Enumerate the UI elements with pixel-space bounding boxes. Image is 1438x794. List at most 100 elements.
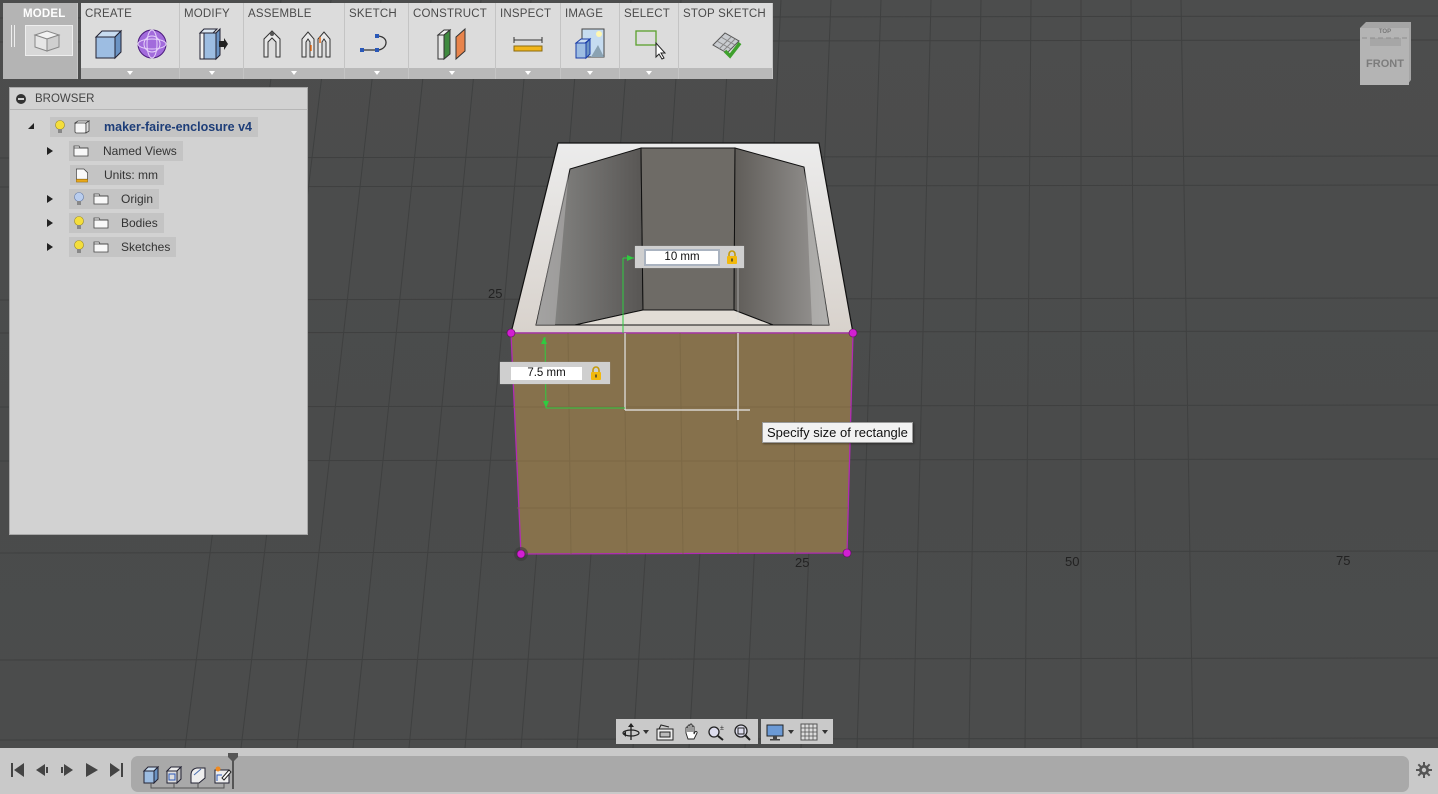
select-menu[interactable]: SELECT	[620, 3, 679, 79]
extrude-feature-icon[interactable]	[142, 766, 160, 784]
axis-label-h25: 25	[795, 555, 810, 570]
go-to-end-button[interactable]	[108, 762, 126, 778]
tree-item-label: Sketches	[121, 240, 171, 254]
step-forward-button[interactable]	[58, 762, 76, 778]
grid-dropdown-icon[interactable]	[822, 729, 828, 734]
joint-icon[interactable]	[255, 27, 289, 61]
cavity-back-wall	[640, 147, 736, 311]
view-cube[interactable]: TOP FRONT	[1358, 22, 1411, 85]
fit-icon[interactable]	[733, 723, 753, 741]
lock-icon[interactable]	[726, 250, 738, 264]
create-menu[interactable]: CREATE	[81, 3, 180, 79]
root-label: maker-faire-enclosure v4	[104, 120, 252, 134]
inspect-label: INSPECT	[500, 8, 552, 20]
sketch-menu[interactable]: SKETCH	[345, 3, 409, 79]
browser-title: BROWSER	[35, 92, 95, 105]
render-image-icon[interactable]	[573, 27, 607, 61]
lightbulb-on-icon[interactable]	[54, 120, 66, 134]
timeline-marker[interactable]	[228, 753, 238, 791]
sphere-icon[interactable]	[135, 27, 169, 61]
units-icon	[76, 168, 88, 182]
navigation-bar: ±	[616, 719, 833, 744]
sketch-point[interactable]	[842, 548, 852, 558]
pan-icon[interactable]	[681, 723, 701, 741]
sketch-point[interactable]	[848, 328, 858, 338]
axis-label-h75: 75	[1336, 553, 1351, 568]
tree-item-label: Units: mm	[104, 168, 158, 182]
tree-root[interactable]: maker-faire-enclosure v4	[50, 117, 258, 137]
spline-icon[interactable]	[359, 27, 394, 61]
browser-panel: BROWSER maker-faire-enclosure v4 Named V…	[9, 87, 308, 535]
timeline-settings-gear-icon[interactable]	[1416, 762, 1432, 778]
feature-group-bracket	[150, 783, 225, 789]
orbit-dropdown-icon[interactable]	[643, 729, 649, 734]
browser-header: BROWSER	[10, 88, 307, 110]
tree-item-sketches[interactable]: Sketches	[69, 237, 177, 257]
construct-menu[interactable]: CONSTRUCT	[409, 3, 496, 79]
timeline-track[interactable]	[131, 753, 1409, 792]
width-dimension-input[interactable]: 10 mm	[644, 248, 720, 266]
construct-label: CONSTRUCT	[413, 8, 487, 20]
viewcube-front-label[interactable]: FRONT	[1366, 58, 1404, 70]
go-to-start-button[interactable]	[9, 762, 27, 778]
component-icon	[74, 120, 90, 134]
lightbulb-off-icon[interactable]	[73, 192, 85, 206]
display-settings-icon[interactable]	[766, 723, 786, 741]
sketch-point[interactable]	[516, 549, 526, 559]
tree-item-units[interactable]: Units: mm	[70, 165, 164, 185]
stop-sketch-button[interactable]: STOP SKETCH	[679, 3, 773, 79]
expand-named-views[interactable]	[47, 147, 53, 155]
modify-menu[interactable]: MODIFY	[180, 3, 244, 79]
tree-item-label: Named Views	[103, 144, 177, 158]
timeline	[0, 748, 1438, 794]
sketch-point[interactable]	[506, 328, 516, 338]
step-back-button[interactable]	[33, 762, 51, 778]
look-at-icon[interactable]	[655, 723, 675, 741]
tree-item-named-views[interactable]: Named Views	[69, 141, 183, 161]
select-label: SELECT	[624, 8, 670, 20]
expand-origin[interactable]	[47, 195, 53, 203]
display-tools	[761, 719, 833, 744]
axis-label-h50: 50	[1065, 554, 1080, 569]
play-button[interactable]	[83, 762, 101, 778]
zoom-icon[interactable]: ±	[707, 723, 727, 741]
tree-item-label: Bodies	[121, 216, 158, 230]
viewcube-top-label[interactable]: TOP	[1379, 29, 1391, 35]
fillet-feature-icon[interactable]	[189, 766, 207, 784]
workspace-switcher[interactable]: MODEL	[3, 3, 78, 79]
lightbulb-on-icon[interactable]	[73, 240, 85, 254]
collapse-browser-icon[interactable]	[16, 93, 26, 104]
image-menu[interactable]: IMAGE	[561, 3, 620, 79]
expand-sketches[interactable]	[47, 243, 53, 251]
inspect-menu[interactable]: INSPECT	[496, 3, 561, 79]
assemble-label: ASSEMBLE	[248, 8, 312, 20]
folder-icon	[93, 193, 109, 205]
box-icon[interactable]	[91, 27, 125, 61]
orbit-icon[interactable]	[621, 722, 641, 741]
press-pull-icon[interactable]	[195, 27, 229, 61]
shell-feature-icon[interactable]	[165, 766, 183, 784]
window-select-icon[interactable]	[632, 27, 666, 61]
offset-plane-icon[interactable]	[435, 27, 469, 61]
display-dropdown-icon[interactable]	[788, 729, 794, 734]
expand-bodies[interactable]	[47, 219, 53, 227]
create-label: CREATE	[85, 8, 132, 20]
model-workspace-icon	[25, 25, 73, 56]
assemble-menu[interactable]: ASSEMBLE	[244, 3, 345, 79]
tree-item-bodies[interactable]: Bodies	[69, 213, 164, 233]
toolbar: MODEL CREATE MODIFY ASSEMBLE SKETCH CONS…	[3, 3, 773, 79]
stop-sketch-icon	[711, 32, 741, 59]
svg-text:±: ±	[720, 725, 724, 732]
tree-item-origin[interactable]: Origin	[69, 189, 160, 209]
collapse-root-toggle[interactable]	[28, 123, 34, 129]
height-dimension-input[interactable]: 7.5 mm	[509, 364, 584, 382]
lightbulb-on-icon[interactable]	[73, 216, 85, 230]
measure-icon[interactable]	[511, 27, 545, 61]
width-dimension-box: 10 mm	[635, 246, 744, 268]
height-dimension-box: 7.5 mm	[500, 362, 610, 384]
lock-icon[interactable]	[590, 366, 602, 380]
as-built-joint-icon[interactable]	[299, 27, 333, 61]
workspace-label: MODEL	[23, 8, 66, 20]
grid-settings-icon[interactable]	[800, 723, 820, 741]
image-label: IMAGE	[565, 8, 604, 20]
